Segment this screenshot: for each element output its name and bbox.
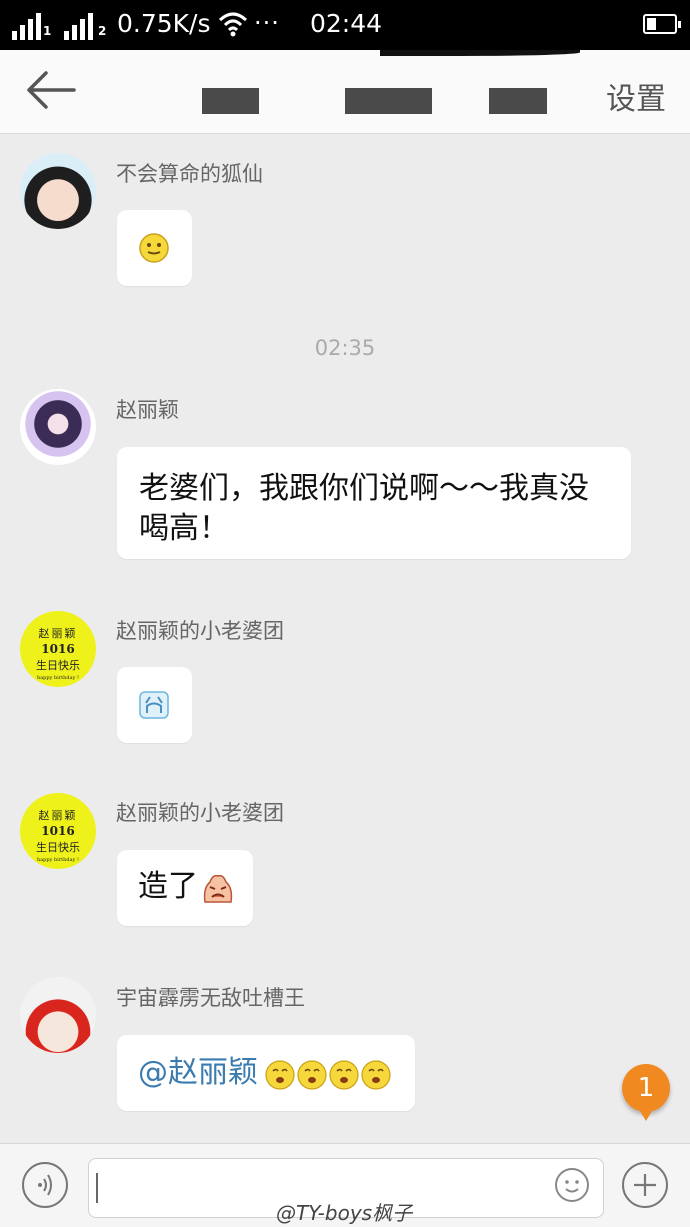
text-caret [96,1173,98,1203]
voice-wave-icon [38,1174,52,1196]
wifi-icon [218,12,248,37]
angry-face-emoji-icon [203,874,233,903]
redacted-title-block [202,88,259,114]
signal-strength-icon [12,13,41,40]
mention-link[interactable]: @赵丽颖 [138,1055,258,1090]
giggle-face-emoji-icon [265,1060,391,1090]
avatar[interactable] [20,153,96,229]
sender-name: 赵丽颖的小老婆团 [116,619,284,643]
sender-name: 宇宙霹雳无敌吐槽王 [116,986,305,1010]
redacted-title-block [489,88,547,114]
time-divider: 02:35 [314,336,376,360]
more-functions-button[interactable] [622,1162,668,1208]
network-speed: 0.75K/s [117,9,211,38]
sim-1-label: 1 [43,24,52,38]
message-bubble[interactable] [117,210,192,286]
crying-face-emoji-icon [139,691,169,719]
message-bubble[interactable]: 造了 [117,850,253,926]
avatar-text: 生日快乐 [36,659,80,672]
avatar-text: 赵丽颖 [38,627,78,640]
more-dots: ··· [254,9,280,37]
avatar-text: 生日快乐 [36,841,80,854]
message-text: 造了 [138,869,198,904]
avatar-text: 1016 [41,824,75,838]
signal-strength-icon [64,13,93,40]
avatar[interactable] [20,389,96,465]
sender-name: 不会算命的狐仙 [116,162,263,186]
message-bubble[interactable]: 老婆们，我跟你们说啊～～我真没喝高！ [117,447,631,559]
avatar[interactable] [20,977,96,1053]
clock: 02:44 [310,9,383,38]
avatar[interactable]: 赵丽颖 1016 生日快乐 happy birthday ! [20,793,96,869]
smiley-icon [565,1180,579,1193]
slight-smile-emoji-icon [139,233,169,263]
nav-bar: 设置 [0,50,690,134]
message-bubble[interactable] [117,667,192,743]
battery-icon [643,14,681,34]
sender-name: 赵丽颖 [116,398,179,422]
redacted-title-block [345,88,432,114]
settings-button[interactable]: 设置 [606,74,666,118]
watermark: @TY-boys枫子 [276,1201,413,1225]
avatar[interactable]: 赵丽颖 1016 生日快乐 happy birthday ! [20,611,96,687]
sender-name: 赵丽颖的小老婆团 [116,801,284,825]
emoji-button[interactable] [555,1168,589,1202]
plus-icon [634,1174,656,1196]
voice-input-button[interactable] [22,1162,68,1208]
message-text: 老婆们，我跟你们说啊～～我真没喝高！ [139,471,589,546]
avatar-text: 1016 [41,642,75,656]
status-bar: 1 2 0.75K/s ··· 02:44 [0,0,690,50]
avatar-text: 赵丽颖 [38,809,78,822]
sim-2-label: 2 [98,24,107,38]
back-arrow-icon[interactable] [22,68,78,112]
avatar-text: happy birthday ! [36,857,80,863]
message-bubble[interactable]: @赵丽颖 [117,1035,415,1111]
unread-count-badge[interactable]: 1 [622,1064,670,1121]
avatar-text: happy birthday ! [36,675,80,681]
